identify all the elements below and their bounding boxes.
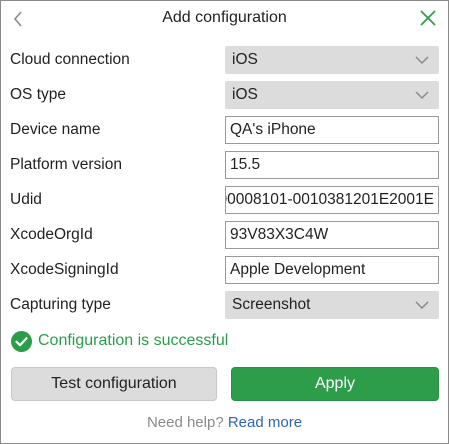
close-button[interactable] <box>418 8 438 28</box>
field-capturing-type: Capturing type Screenshot <box>1 290 448 320</box>
device-name-input[interactable] <box>225 116 439 144</box>
field-label: XcodeSigningId <box>10 261 119 278</box>
read-more-link[interactable]: Read more <box>228 414 302 431</box>
check-circle-icon <box>11 330 32 352</box>
field-label: Platform version <box>10 156 122 173</box>
close-icon <box>420 10 436 26</box>
field-platform-version: Platform version <box>1 150 448 180</box>
select-value: iOS <box>232 51 258 68</box>
status-text: Configuration is successful <box>38 332 229 349</box>
field-os-type: OS type iOS <box>1 80 448 110</box>
field-label: Device name <box>10 121 101 138</box>
select-value: Screenshot <box>232 296 311 313</box>
field-label: OS type <box>10 86 66 103</box>
field-cloud-connection: Cloud connection iOS <box>1 45 448 75</box>
udid-input[interactable] <box>225 186 439 214</box>
os-type-select[interactable]: iOS <box>225 81 439 109</box>
chevron-down-icon <box>415 56 429 65</box>
capturing-type-select[interactable]: Screenshot <box>225 291 439 319</box>
apply-button[interactable]: Apply <box>231 367 439 401</box>
field-label: Udid <box>10 191 42 208</box>
chevron-down-icon <box>415 91 429 100</box>
status-message: Configuration is successful <box>11 330 228 352</box>
dialog-header: Add configuration <box>1 1 448 37</box>
field-xcode-org-id: XcodeOrgId <box>1 220 448 250</box>
dialog-title: Add configuration <box>162 9 287 26</box>
field-xcode-signing-id: XcodeSigningId <box>1 255 448 285</box>
xcode-signing-id-input[interactable] <box>225 256 439 284</box>
test-configuration-button[interactable]: Test configuration <box>11 367 217 401</box>
field-udid: Udid <box>1 185 448 215</box>
platform-version-input[interactable] <box>225 151 439 179</box>
select-value: iOS <box>232 86 258 103</box>
cloud-connection-select[interactable]: iOS <box>225 46 439 74</box>
help-prefix: Need help? <box>146 414 224 431</box>
xcode-org-id-input[interactable] <box>225 221 439 249</box>
help-text: Need help? Read more <box>1 414 448 431</box>
add-configuration-dialog: Add configuration Cloud connection iOS O… <box>0 0 449 444</box>
field-label: Cloud connection <box>10 51 130 68</box>
field-device-name: Device name <box>1 115 448 145</box>
chevron-down-icon <box>415 301 429 310</box>
field-label: Capturing type <box>10 296 111 313</box>
field-label: XcodeOrgId <box>10 226 93 243</box>
